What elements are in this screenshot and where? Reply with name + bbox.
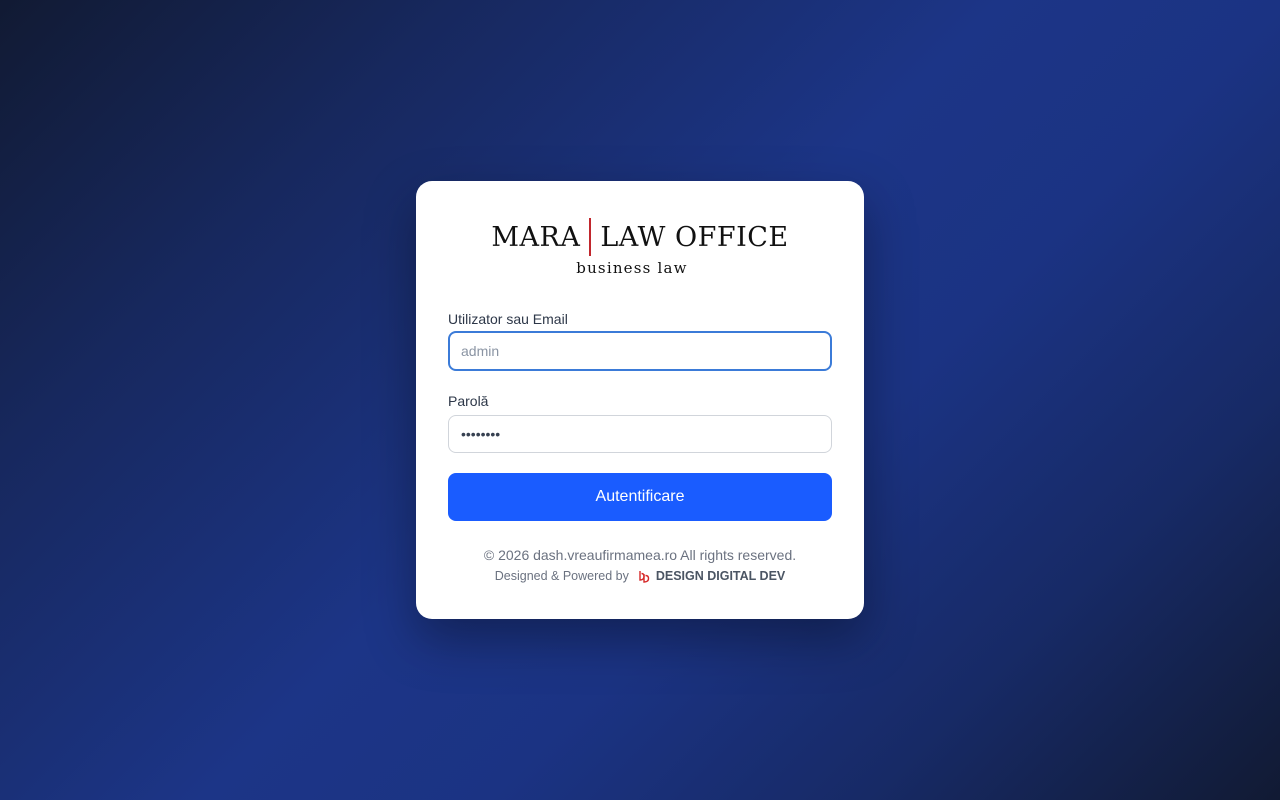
username-input[interactable] xyxy=(448,331,832,371)
copyright-text: © 2026 dash.vreaufirmamea.ro All rights … xyxy=(483,547,797,563)
password-input[interactable] xyxy=(448,415,832,453)
design-digital-dev-logo-icon xyxy=(637,569,651,583)
powered-by-prefix: Designed & Powered by xyxy=(494,569,629,583)
design-digital-dev-link[interactable]: DESIGN DIGITAL DEV xyxy=(656,569,785,583)
password-label: Parolă xyxy=(448,393,489,409)
login-card: MARA LAW OFFICE business law Utilizator … xyxy=(416,181,864,619)
logo-divider xyxy=(589,218,592,256)
logo-tagline: business law xyxy=(576,259,688,277)
login-button[interactable]: Autentificare xyxy=(448,473,832,521)
law-office-logo: MARA LAW OFFICE business law xyxy=(416,217,864,277)
logo-right-text: LAW OFFICE xyxy=(600,221,789,253)
username-label: Utilizator sau Email xyxy=(448,311,568,327)
logo-left-text: MARA xyxy=(491,221,581,253)
powered-by: Designed & Powered by DESIGN DIGITAL DEV xyxy=(416,569,864,583)
